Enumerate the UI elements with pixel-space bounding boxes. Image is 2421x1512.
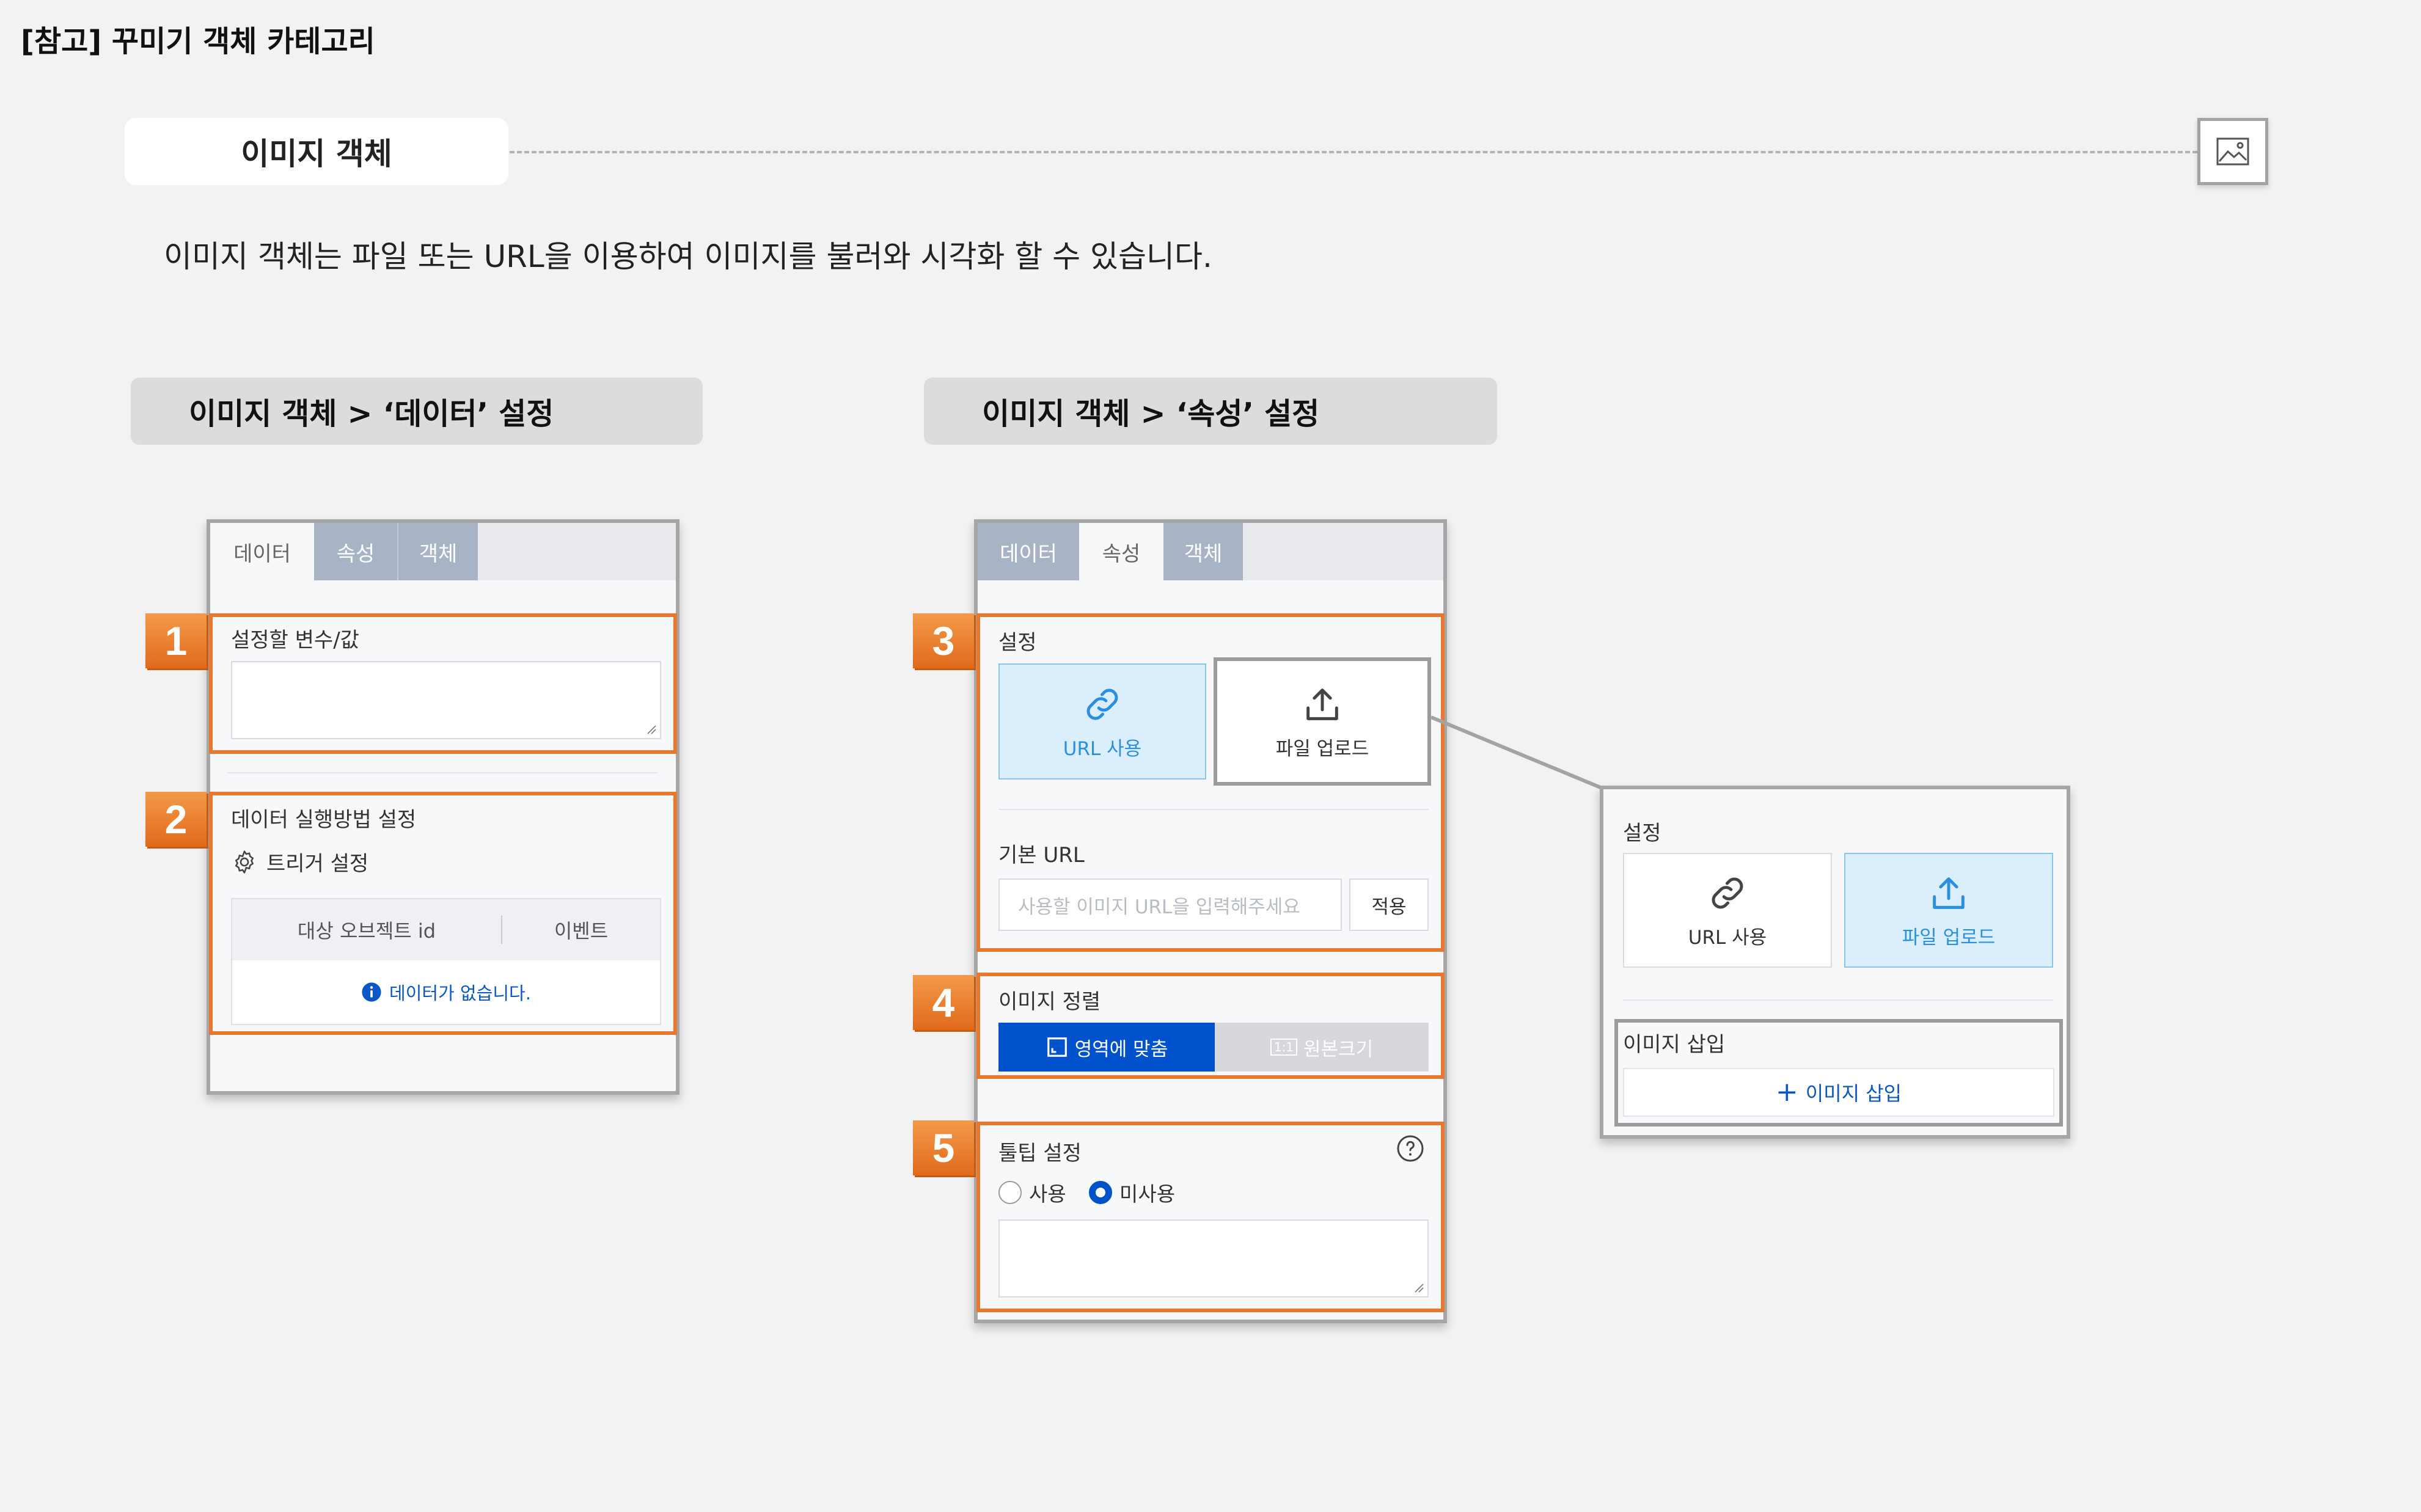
variable-value-label: 설정할 변수/값	[231, 628, 359, 652]
table-header: 대상 오브젝트 id	[232, 916, 502, 944]
upload-option-card[interactable]: 파일 업로드	[1844, 853, 2053, 968]
plus-icon: +	[1775, 1076, 1798, 1108]
radio-use[interactable]: 사용	[998, 1178, 1066, 1207]
variable-value-section: 설정할 변수/값	[209, 613, 677, 754]
radio-circle	[998, 1181, 1022, 1204]
image-insert-button[interactable]: + 이미지 삽입	[1623, 1068, 2054, 1117]
image-icon	[2197, 118, 2268, 185]
tab-data[interactable]: 데이터	[210, 523, 314, 580]
empty-row: 데이터가 없습니다.	[232, 960, 660, 1024]
badge-5: 5	[913, 1120, 974, 1175]
tooltip-section: 툴팁 설정 사용 미사용	[976, 1122, 1445, 1312]
image-insert-section: 이미지 삽입 + 이미지 삽입	[1614, 1019, 2063, 1127]
image-align-label: 이미지 정렬	[998, 990, 1101, 1014]
badge-2: 2	[145, 792, 207, 847]
data-settings-title: 이미지 객체 > ‘데이터’ 설정	[131, 378, 703, 445]
tab-object[interactable]: 객체	[397, 523, 478, 580]
upload-option-label: 파일 업로드	[1902, 926, 1996, 949]
upload-icon	[1306, 688, 1338, 720]
image-insert-label: 이미지 삽입	[1623, 1032, 1726, 1057]
radio-unused-label: 미사용	[1119, 1182, 1176, 1206]
radio-use-label: 사용	[1029, 1182, 1066, 1206]
object-name-label: 이미지 객체	[125, 118, 508, 185]
ratio-icon: 1:1	[1270, 1039, 1298, 1056]
radio-circle-selected	[1089, 1181, 1112, 1204]
image-insert-button-label: 이미지 삽입	[1805, 1082, 1902, 1105]
align-fit-label: 영역에 맞춤	[1074, 1038, 1168, 1061]
link-icon	[1086, 688, 1118, 720]
link-icon	[1712, 877, 1743, 908]
execution-method-label: 데이터 실행방법 설정	[231, 808, 417, 832]
divider	[227, 772, 657, 773]
tab-properties[interactable]: 속성	[314, 523, 397, 580]
panel-tabs: 데이터 속성 객체	[978, 523, 1443, 580]
base-url-input[interactable]: 사용할 이미지 URL을 입력해주세요	[998, 878, 1342, 931]
align-original-label: 원본크기	[1303, 1038, 1374, 1061]
url-option-card[interactable]: URL 사용	[998, 663, 1206, 780]
badge-4: 4	[913, 975, 974, 1030]
trigger-setting-label: 트리거 설정	[266, 852, 369, 876]
gear-icon	[235, 850, 254, 874]
resize-handle-icon[interactable]	[646, 725, 656, 734]
align-fit-button[interactable]: 영역에 맞춤	[998, 1023, 1215, 1072]
divider	[1623, 999, 2053, 1001]
base-url-label: 기본 URL	[998, 843, 1085, 867]
object-description: 이미지 객체는 파일 또는 URL을 이용하여 이미지를 불러와 시각화 할 수…	[164, 239, 1212, 274]
tooltip-label: 툴팁 설정	[998, 1141, 1082, 1166]
variable-value-input[interactable]	[231, 661, 661, 739]
page-title: [참고] 꾸미기 객체 카테고리	[21, 24, 375, 59]
table-header: 이벤트	[554, 919, 609, 943]
callout-connector	[1430, 715, 1612, 794]
upload-icon	[1933, 877, 1965, 909]
url-option-card[interactable]: URL 사용	[1623, 853, 1832, 968]
empty-message: 데이터가 없습니다.	[389, 983, 531, 1004]
dashed-connector	[510, 151, 2197, 153]
upload-option-label: 파일 업로드	[1275, 737, 1369, 760]
help-icon[interactable]	[1396, 1134, 1425, 1163]
setting-label: 설정	[998, 630, 1037, 655]
tooltip-input[interactable]	[998, 1219, 1429, 1298]
tab-properties[interactable]: 속성	[1079, 523, 1163, 580]
image-source-section: 설정 URL 사용 파일 업로드 기본 URL 사용할 이미지 URL을 입력해…	[976, 613, 1445, 952]
divider	[998, 809, 1429, 810]
badge-3: 3	[913, 613, 974, 668]
tab-data[interactable]: 데이터	[978, 523, 1079, 580]
url-option-label: URL 사용	[1688, 926, 1767, 949]
property-settings-title: 이미지 객체 > ‘속성’ 설정	[924, 378, 1497, 445]
image-align-section: 이미지 정렬 영역에 맞춤 1:1 원본크기	[976, 973, 1445, 1079]
tab-object[interactable]: 객체	[1163, 523, 1243, 580]
upload-detail-panel: 설정 URL 사용 파일 업로드 이미지 삽입 + 이미지 삽입	[1600, 786, 2070, 1139]
table-header-row: 대상 오브젝트 id 이벤트	[232, 899, 660, 960]
execution-method-section: 데이터 실행방법 설정 트리거 설정 대상 오브젝트 id 이벤트 데이터가 없…	[209, 792, 677, 1035]
url-option-label: URL 사용	[1063, 737, 1142, 760]
align-original-button[interactable]: 1:1 원본크기	[1215, 1023, 1429, 1072]
apply-button[interactable]: 적용	[1349, 878, 1429, 931]
trigger-setting[interactable]: 트리거 설정	[231, 847, 368, 877]
upload-option-card[interactable]: 파일 업로드	[1214, 657, 1431, 786]
setting-label: 설정	[1623, 821, 1661, 845]
fit-area-icon	[1047, 1037, 1067, 1057]
panel-tabs: 데이터 속성 객체	[210, 523, 676, 580]
radio-unused[interactable]: 미사용	[1089, 1178, 1175, 1207]
info-icon	[362, 982, 381, 1002]
badge-1: 1	[145, 613, 207, 668]
resize-handle-icon[interactable]	[1414, 1283, 1424, 1293]
trigger-table: 대상 오브젝트 id 이벤트 데이터가 없습니다.	[231, 898, 661, 1025]
